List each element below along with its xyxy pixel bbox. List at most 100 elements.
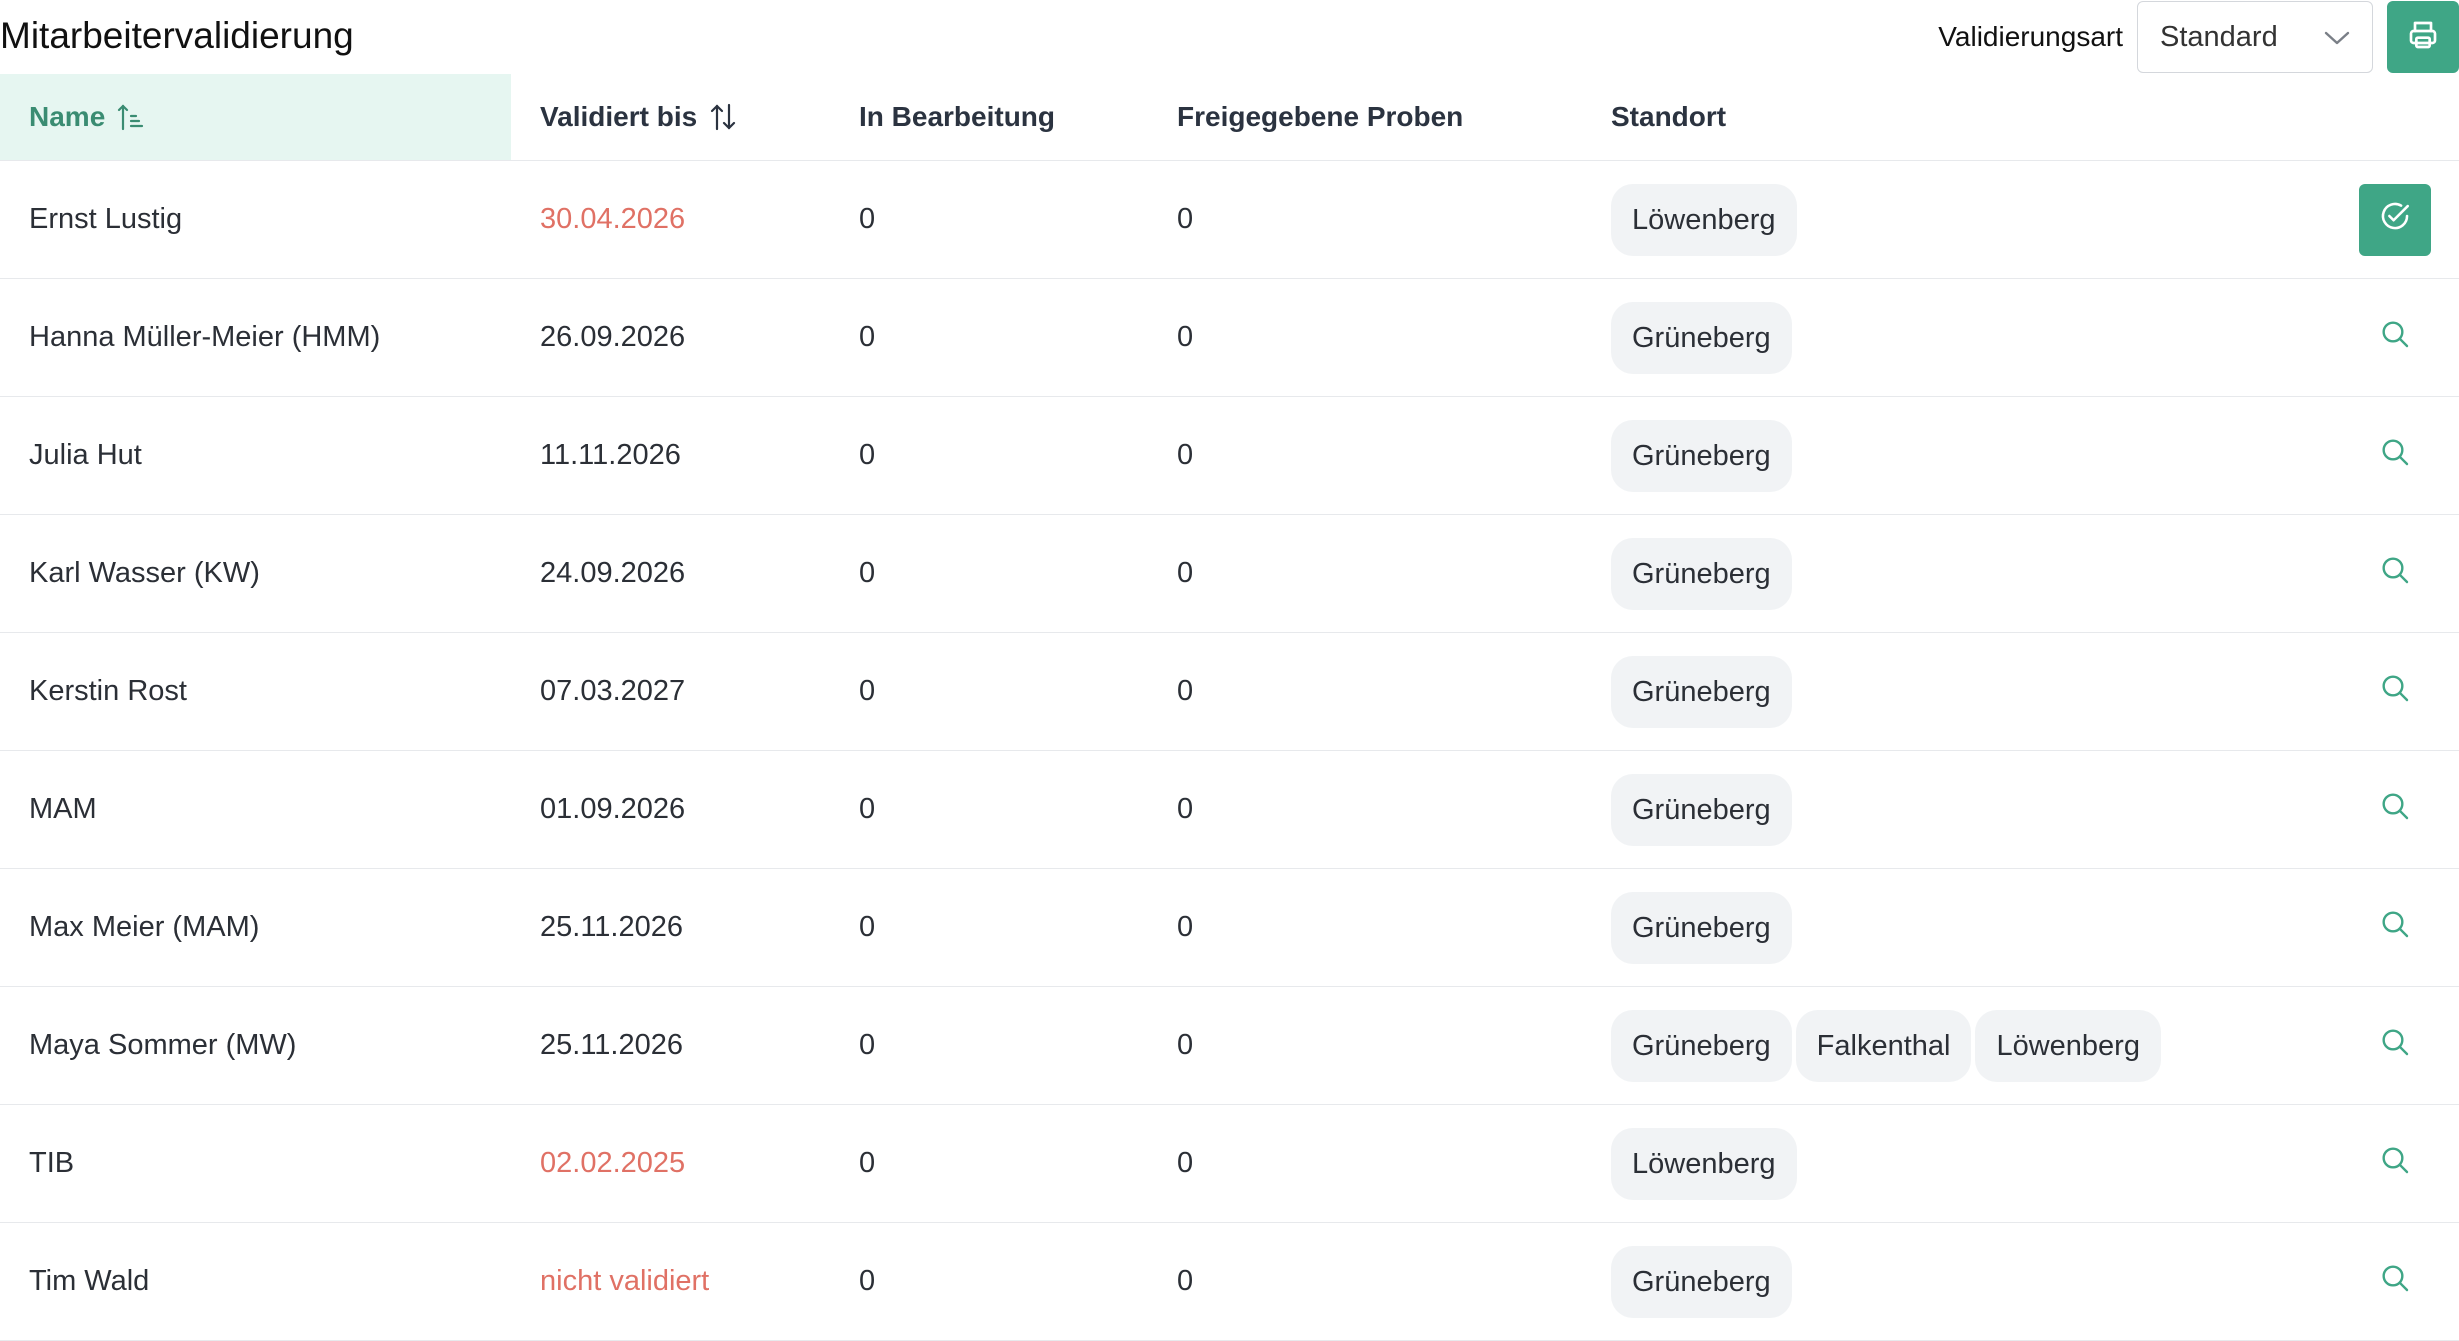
location-chip: Grüneberg [1611, 1245, 1792, 1318]
employee-name: MAM [29, 793, 97, 825]
print-button[interactable] [2387, 1, 2459, 73]
table-row[interactable]: Ernst Lustig 30.04.2026 0 0 Löwenberg [0, 160, 2459, 279]
row-actions [2202, 656, 2459, 728]
table-row[interactable]: Max Meier (MAM) 25.11.2026 0 0 Grüneberg [0, 868, 2459, 987]
location-list: Grüneberg [1582, 419, 2202, 492]
employee-name: Ernst Lustig [29, 203, 183, 235]
view-details-button[interactable] [2359, 656, 2431, 728]
location-list: Grüneberg [1582, 537, 2202, 610]
view-details-button[interactable] [2359, 892, 2431, 964]
column-header-location: Standort [1582, 74, 2202, 161]
in-progress-count: 0 [859, 793, 876, 825]
row-actions [2202, 774, 2459, 846]
row-actions [2202, 892, 2459, 964]
table-row[interactable]: TIB 02.02.2025 0 0 Löwenberg [0, 1104, 2459, 1223]
table-row[interactable]: Tim Wald nicht validiert 0 0 Grüneberg [0, 1222, 2459, 1341]
released-samples-count: 0 [1177, 1265, 1194, 1297]
location-list: Grüneberg [1582, 773, 2202, 846]
sort-both-icon [709, 102, 737, 132]
in-progress-count: 0 [859, 439, 876, 471]
location-list: Grüneberg [1582, 301, 2202, 374]
column-header-label: Validiert bis [540, 101, 698, 132]
search-icon [2379, 1262, 2411, 1302]
employee-name: Maya Sommer (MW) [29, 1029, 297, 1061]
column-header-actions [2202, 74, 2459, 161]
view-details-button[interactable] [2359, 302, 2431, 374]
valid-until: 01.09.2026 [540, 793, 686, 825]
valid-until: 30.04.2026 [540, 203, 686, 235]
location-chip: Grüneberg [1611, 301, 1792, 374]
table-row[interactable]: Hanna Müller-Meier (HMM) 26.09.2026 0 0 Grün… [0, 278, 2459, 397]
table-row[interactable]: Karl Wasser (KW) 24.09.2026 0 0 Grüneberg [0, 514, 2459, 633]
location-chip: Grüneberg [1611, 419, 1792, 492]
column-header-label: In Bearbeitung [859, 101, 1056, 132]
column-header-name[interactable]: Name [0, 74, 511, 161]
row-actions [2202, 1128, 2459, 1200]
search-icon [2379, 1144, 2411, 1184]
location-chip: Löwenberg [1975, 1009, 2161, 1082]
released-samples-count: 0 [1177, 321, 1194, 353]
in-progress-count: 0 [859, 1265, 876, 1297]
released-samples-count: 0 [1177, 557, 1194, 589]
search-icon [2379, 1026, 2411, 1066]
location-list: Grüneberg [1582, 1245, 2202, 1318]
employee-name: Hanna Müller-Meier (HMM) [29, 321, 381, 353]
valid-until: 26.09.2026 [540, 321, 686, 353]
column-header-label: Standort [1611, 101, 1727, 132]
row-actions [2202, 1246, 2459, 1318]
validation-type-value: Standard [2160, 20, 2278, 53]
validation-type-select[interactable]: Standard [2137, 1, 2373, 73]
row-actions [2202, 302, 2459, 374]
employee-name: Kerstin Rost [29, 675, 187, 707]
location-chip: Grüneberg [1611, 773, 1792, 846]
location-list: Grüneberg Falkenthal Löwenberg [1582, 1009, 2202, 1082]
view-details-button[interactable] [2359, 1246, 2431, 1318]
table-row[interactable]: Kerstin Rost 07.03.2027 0 0 Grüneberg [0, 632, 2459, 751]
employee-name: Karl Wasser (KW) [29, 557, 260, 589]
valid-until: nicht validiert [540, 1265, 710, 1297]
column-header-label: Freigegebene Proben [1177, 101, 1464, 132]
sort-ascending-icon [117, 102, 145, 132]
location-chip: Grüneberg [1611, 1009, 1792, 1082]
released-samples-count: 0 [1177, 1147, 1194, 1179]
in-progress-count: 0 [859, 557, 876, 589]
search-icon [2379, 908, 2411, 948]
row-actions [2202, 1010, 2459, 1082]
valid-until: 25.11.2026 [540, 911, 683, 943]
view-details-button[interactable] [2359, 1128, 2431, 1200]
header-controls: Validierungsart Standard [1938, 0, 2459, 74]
valid-until: 25.11.2026 [540, 1029, 683, 1061]
row-actions [2202, 538, 2459, 610]
view-details-button[interactable] [2359, 420, 2431, 492]
released-samples-count: 0 [1177, 793, 1194, 825]
view-details-button[interactable] [2359, 774, 2431, 846]
location-chip: Grüneberg [1611, 891, 1792, 964]
table-row[interactable]: MAM 01.09.2026 0 0 Grüneberg [0, 750, 2459, 869]
in-progress-count: 0 [859, 675, 876, 707]
location-list: Grüneberg [1582, 655, 2202, 728]
search-icon [2379, 318, 2411, 358]
employee-name: Tim Wald [29, 1265, 150, 1297]
employee-name: TIB [29, 1147, 75, 1179]
location-chip: Grüneberg [1611, 655, 1792, 728]
employee-validation-table: Name Validiert bis In Bearbeitung Freige… [0, 74, 2459, 1341]
table-row[interactable]: Maya Sommer (MW) 25.11.2026 0 0 Grüneberg Fal… [0, 986, 2459, 1105]
row-actions [2202, 183, 2459, 256]
column-header-released-samples: Freigegebene Proben [1148, 74, 1582, 161]
column-header-valid-until[interactable]: Validiert bis [511, 74, 830, 161]
column-header-in-progress: In Bearbeitung [830, 74, 1148, 161]
row-actions [2202, 420, 2459, 492]
in-progress-count: 0 [859, 203, 876, 235]
released-samples-count: 0 [1177, 911, 1194, 943]
table-header-row: Name Validiert bis In Bearbeitung Freige… [0, 74, 2459, 161]
view-details-button[interactable] [2359, 538, 2431, 610]
in-progress-count: 0 [859, 911, 876, 943]
table-row[interactable]: Julia Hut 11.11.2026 0 0 Grüneberg [0, 396, 2459, 515]
location-chip: Löwenberg [1611, 183, 1797, 256]
check-circle-icon [2378, 199, 2412, 241]
chevron-down-icon [2324, 21, 2350, 54]
validate-button[interactable] [2359, 183, 2431, 256]
page-title: Mitarbeitervalidierung [0, 15, 354, 56]
view-details-button[interactable] [2359, 1010, 2431, 1082]
search-icon [2379, 436, 2411, 476]
